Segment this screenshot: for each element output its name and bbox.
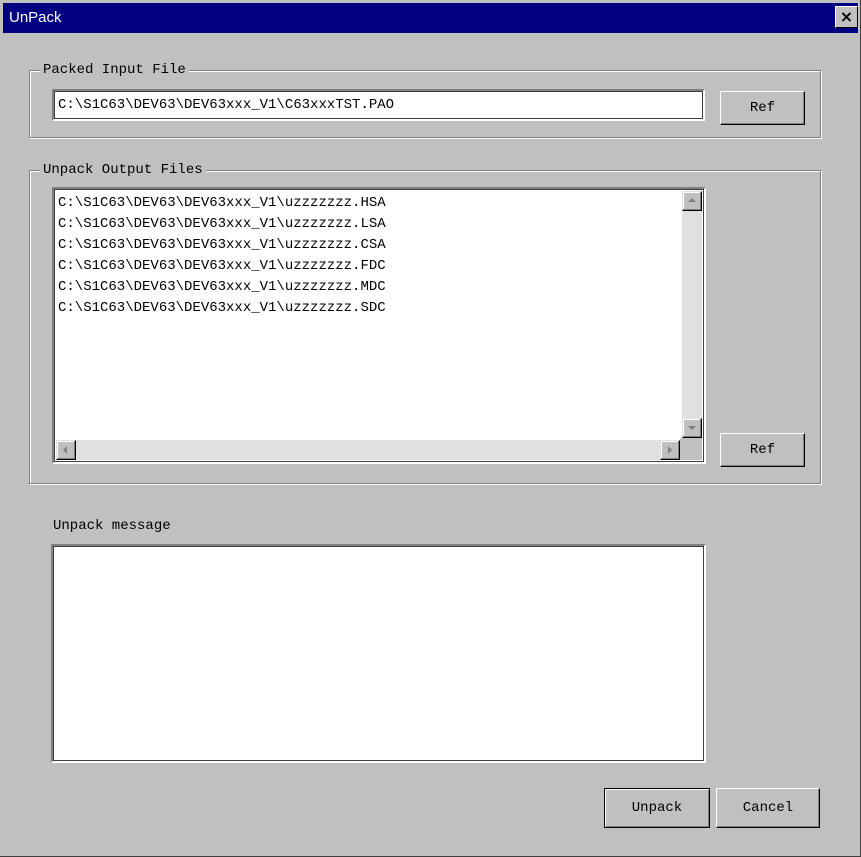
unpack-button[interactable]: Unpack bbox=[604, 788, 710, 828]
packed-input-legend: Packed Input File bbox=[40, 61, 189, 79]
arrow-up-icon bbox=[688, 198, 696, 202]
title-bar[interactable]: UnPack × bbox=[3, 3, 858, 33]
scroll-down-button[interactable] bbox=[682, 418, 702, 438]
horizontal-scrollbar[interactable] bbox=[56, 440, 680, 460]
arrow-right-icon bbox=[668, 446, 672, 454]
close-icon[interactable]: × bbox=[835, 6, 858, 28]
unpack-output-legend: Unpack Output Files bbox=[40, 161, 206, 179]
unpack-message-box[interactable] bbox=[51, 544, 706, 763]
list-item[interactable]: C:\S1C63\DEV63\DEV63xxx_V1\uzzzzzzz.SDC bbox=[58, 298, 386, 319]
scroll-corner bbox=[680, 438, 702, 460]
list-item[interactable]: C:\S1C63\DEV63\DEV63xxx_V1\uzzzzzzz.FDC bbox=[58, 256, 386, 277]
output-files-list[interactable]: C:\S1C63\DEV63\DEV63xxx_V1\uzzzzzzz.HSA C… bbox=[52, 187, 706, 464]
window-title: UnPack bbox=[9, 9, 62, 26]
packed-input-ref-button[interactable]: Ref bbox=[720, 91, 805, 125]
unpack-message-label: Unpack message bbox=[53, 518, 171, 534]
list-item[interactable]: C:\S1C63\DEV63\DEV63xxx_V1\uzzzzzzz.CSA bbox=[58, 235, 386, 256]
cancel-button[interactable]: Cancel bbox=[716, 788, 820, 828]
arrow-left-icon bbox=[63, 446, 67, 454]
list-item[interactable]: C:\S1C63\DEV63\DEV63xxx_V1\uzzzzzzz.LSA bbox=[58, 214, 386, 235]
vertical-scrollbar[interactable] bbox=[682, 191, 702, 438]
arrow-down-icon bbox=[688, 426, 696, 430]
packed-input-field[interactable] bbox=[54, 91, 703, 119]
output-files-ref-button[interactable]: Ref bbox=[720, 433, 805, 467]
output-files-lines: C:\S1C63\DEV63\DEV63xxx_V1\uzzzzzzz.HSA C… bbox=[58, 193, 386, 319]
list-item[interactable]: C:\S1C63\DEV63\DEV63xxx_V1\uzzzzzzz.MDC bbox=[58, 277, 386, 298]
scroll-up-button[interactable] bbox=[682, 191, 702, 211]
packed-input-field-frame bbox=[52, 89, 705, 121]
scroll-right-button[interactable] bbox=[660, 440, 680, 460]
list-item[interactable]: C:\S1C63\DEV63\DEV63xxx_V1\uzzzzzzz.HSA bbox=[58, 193, 386, 214]
packed-input-group: Packed Input File Ref bbox=[29, 61, 821, 138]
scroll-left-button[interactable] bbox=[56, 440, 76, 460]
unpack-dialog: UnPack × Packed Input File Ref Unpack Ou… bbox=[0, 0, 861, 857]
unpack-output-group: Unpack Output Files C:\S1C63\DEV63\DEV63… bbox=[29, 161, 821, 484]
